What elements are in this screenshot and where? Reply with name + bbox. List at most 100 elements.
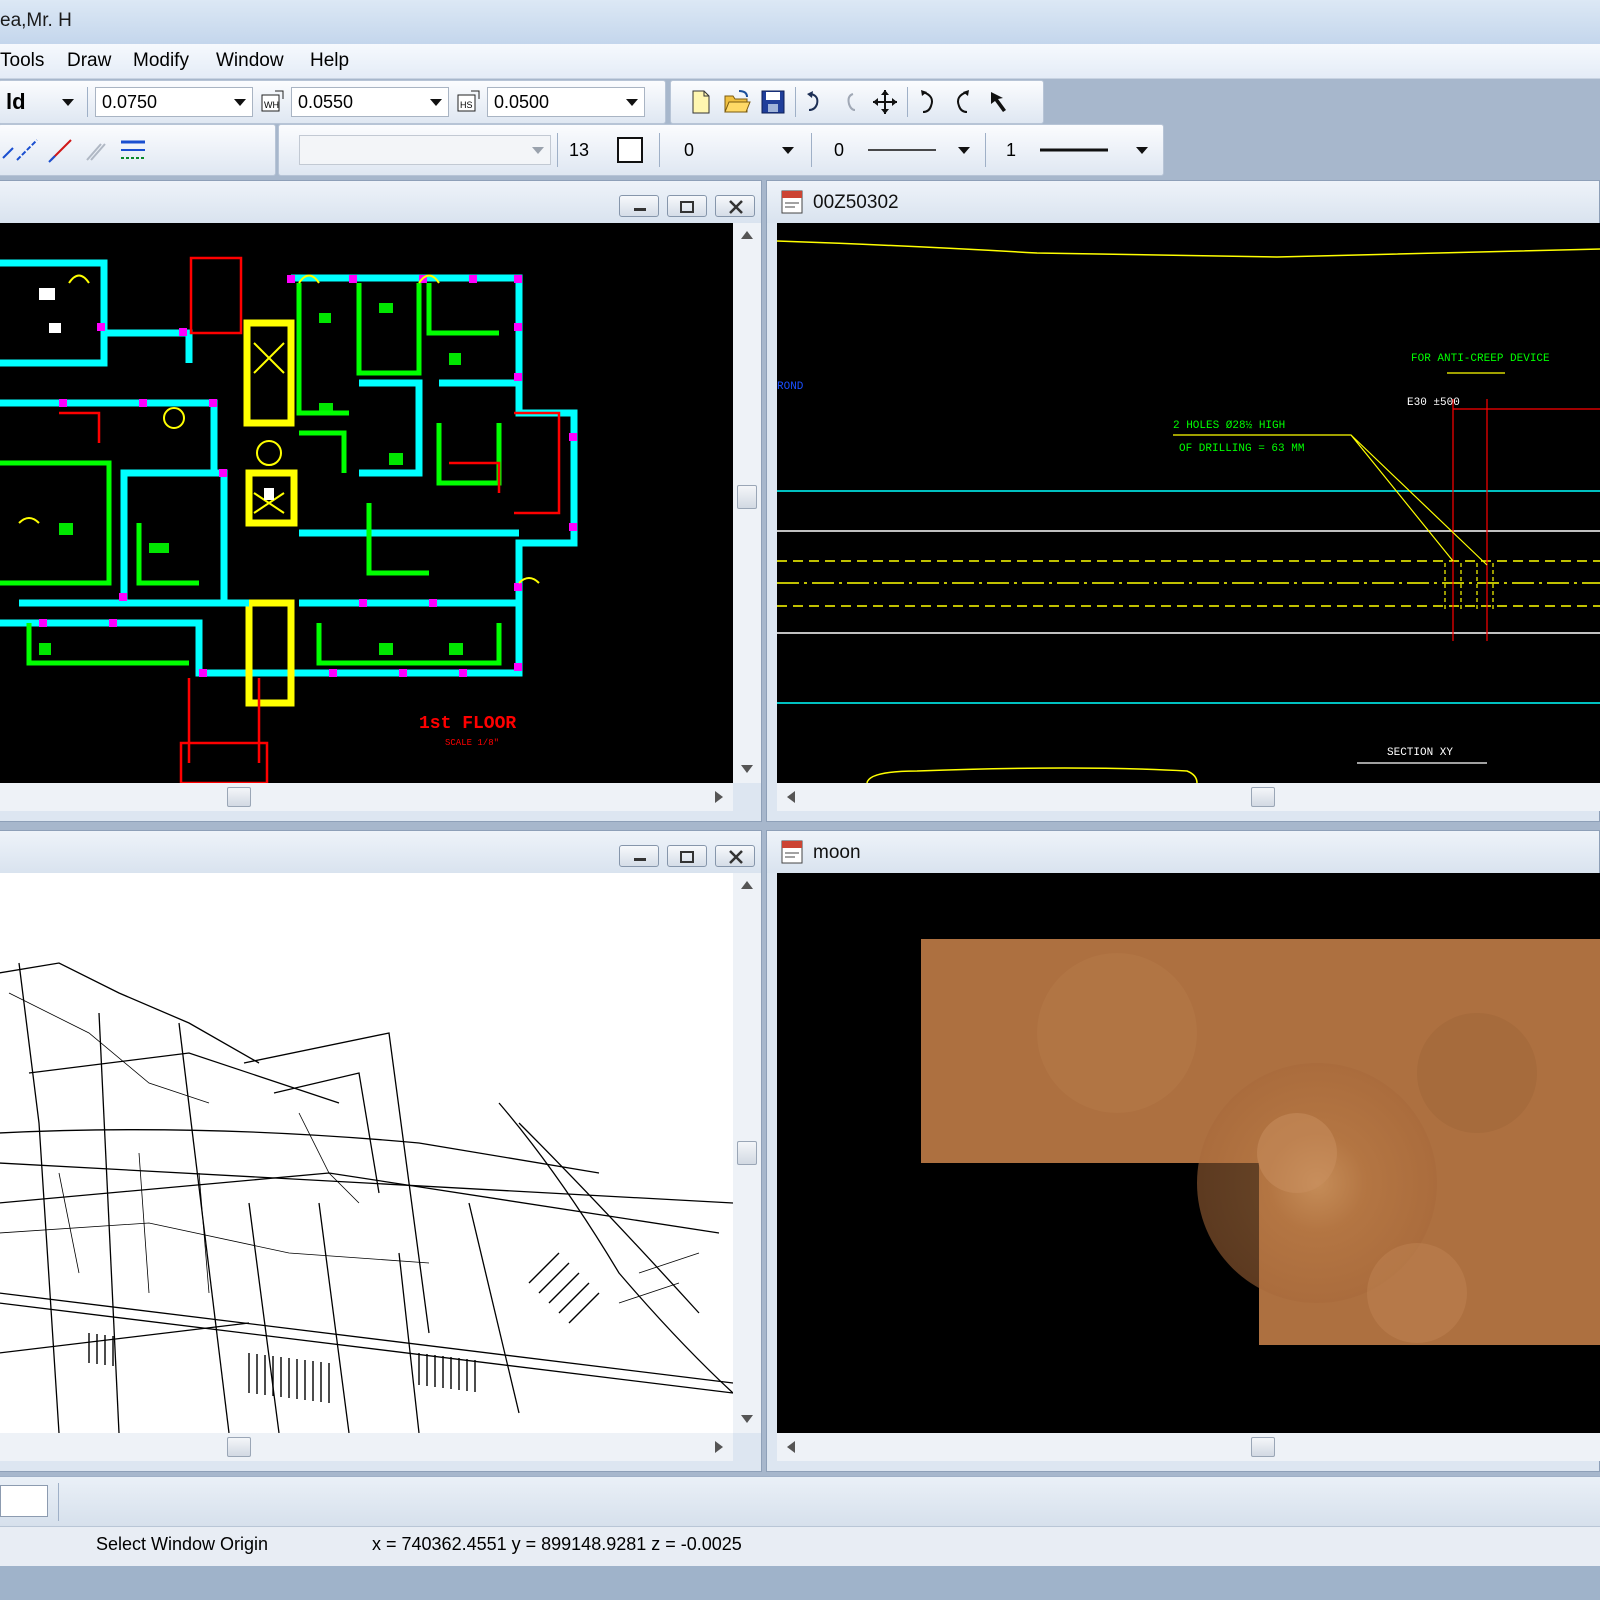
window-title: ea,Mr. H bbox=[0, 10, 72, 31]
line-weight-value: 1 bbox=[1006, 140, 1017, 160]
scroll-up-icon[interactable] bbox=[741, 881, 753, 889]
section-drawing: FOR ANTI-CREEP DEVICE E30 ±500 2 HOLES Ø… bbox=[777, 240, 1600, 783]
redo-icon[interactable] bbox=[837, 88, 865, 116]
font-combo[interactable] bbox=[299, 135, 551, 165]
menu-draw[interactable]: Draw bbox=[67, 50, 111, 72]
menu-tools[interactable]: Tools bbox=[0, 50, 44, 72]
line-red-tool-icon[interactable] bbox=[47, 136, 75, 164]
floor-label: 1st FLOOR bbox=[419, 714, 516, 734]
moon-window: moon bbox=[766, 830, 1600, 1472]
document-icon bbox=[781, 190, 803, 214]
vertical-scroll-thumb[interactable] bbox=[737, 1141, 757, 1165]
menu-window[interactable]: Window bbox=[216, 50, 284, 72]
close-button[interactable] bbox=[715, 195, 755, 217]
map-canvas[interactable] bbox=[0, 873, 733, 1433]
text-size-value[interactable]: 13 bbox=[569, 140, 589, 161]
chevron-down-icon[interactable] bbox=[958, 147, 970, 154]
menu-help[interactable]: Help bbox=[310, 50, 349, 72]
line-spacing-icon[interactable]: HS bbox=[457, 89, 481, 113]
chevron-down-icon[interactable] bbox=[430, 99, 442, 106]
horizontal-scrollbar[interactable] bbox=[777, 783, 1600, 811]
horizontal-scrollbar[interactable] bbox=[0, 1433, 733, 1461]
vertical-scrollbar[interactable] bbox=[733, 223, 761, 783]
statusbar-separator bbox=[58, 1483, 59, 1521]
vertical-scroll-thumb[interactable] bbox=[737, 485, 757, 509]
scroll-left-icon[interactable] bbox=[787, 791, 795, 803]
save-icon[interactable] bbox=[759, 88, 787, 116]
text-width-value: 0.0550 bbox=[298, 92, 354, 112]
moon-raster-image bbox=[921, 939, 1600, 1345]
status-bar: Select Window Origin x = 740362.4551 y =… bbox=[0, 1526, 1600, 1567]
line-spacing-value: 0.0500 bbox=[494, 92, 550, 112]
pan-icon[interactable] bbox=[871, 88, 899, 116]
multiline-icon[interactable] bbox=[119, 136, 147, 164]
section-window-header: 00Z50302 bbox=[767, 181, 1599, 223]
horizontal-scroll-thumb[interactable] bbox=[1251, 1437, 1275, 1457]
floor-sublabel: SCALE 1/8" bbox=[445, 738, 499, 748]
new-file-icon[interactable] bbox=[687, 88, 715, 116]
undo-icon[interactable] bbox=[801, 88, 829, 116]
drilling-note: OF DRILLING = 63 MM bbox=[1179, 443, 1304, 455]
width-height-icon[interactable]: WH bbox=[261, 89, 285, 113]
level-value: 0 bbox=[684, 140, 695, 160]
rotate-cw-icon[interactable] bbox=[913, 88, 941, 116]
taskbar-strip bbox=[0, 1566, 1600, 1600]
moon-window-header: moon bbox=[767, 831, 1599, 873]
open-folder-icon[interactable] bbox=[723, 88, 751, 116]
line-dashed-tool-icon[interactable] bbox=[13, 136, 41, 164]
scroll-left-icon[interactable] bbox=[787, 1441, 795, 1453]
color-swatch[interactable] bbox=[617, 137, 643, 163]
section-canvas[interactable]: FOR ANTI-CREEP DEVICE E30 ±500 2 HOLES Ø… bbox=[777, 223, 1600, 783]
minimize-button[interactable] bbox=[619, 195, 659, 217]
moon-window-title: moon bbox=[813, 842, 861, 863]
side-label: ROND bbox=[777, 381, 804, 393]
horizontal-scroll-thumb[interactable] bbox=[227, 1437, 251, 1457]
scroll-right-icon[interactable] bbox=[715, 1441, 723, 1453]
rotate-ccw-icon[interactable] bbox=[949, 88, 977, 116]
chevron-down-icon[interactable] bbox=[62, 99, 74, 106]
horizontal-scroll-thumb[interactable] bbox=[227, 787, 251, 807]
map-window-header bbox=[0, 831, 761, 873]
close-button[interactable] bbox=[715, 845, 755, 867]
command-input[interactable] bbox=[0, 1485, 48, 1517]
dimension-note: E30 ±500 bbox=[1407, 397, 1460, 409]
scroll-down-icon[interactable] bbox=[741, 1415, 753, 1423]
draw-toolbar bbox=[0, 124, 276, 176]
text-height-combo[interactable]: 0.0750 bbox=[95, 87, 253, 117]
chevron-down-icon[interactable] bbox=[234, 99, 246, 106]
select-arrow-icon[interactable] bbox=[985, 88, 1013, 116]
section-window-title: 00Z50302 bbox=[813, 192, 899, 213]
minimize-button[interactable] bbox=[619, 845, 659, 867]
horizontal-scrollbar[interactable] bbox=[777, 1433, 1600, 1461]
moon-canvas[interactable] bbox=[777, 873, 1600, 1433]
line-style-value: 0 bbox=[834, 140, 845, 160]
chevron-down-icon[interactable] bbox=[532, 147, 544, 154]
text-width-combo[interactable]: 0.0550 bbox=[291, 87, 449, 117]
line-spacing-combo[interactable]: 0.0500 bbox=[487, 87, 645, 117]
font-style-combo[interactable]: ld bbox=[0, 87, 81, 117]
menu-modify[interactable]: Modify bbox=[133, 50, 189, 72]
restore-button[interactable] bbox=[667, 195, 707, 217]
restore-button[interactable] bbox=[667, 845, 707, 867]
line-weight-combo[interactable]: 1 bbox=[999, 135, 1155, 165]
holes-note: 2 HOLES Ø28½ HIGH bbox=[1173, 420, 1285, 432]
chevron-down-icon[interactable] bbox=[626, 99, 638, 106]
font-style-value: ld bbox=[6, 89, 26, 114]
horizontal-scrollbar[interactable] bbox=[0, 783, 733, 811]
level-combo[interactable]: 0 bbox=[677, 135, 801, 165]
floorplan-canvas[interactable]: 1st FLOOR SCALE 1/8" bbox=[0, 223, 733, 783]
chevron-down-icon[interactable] bbox=[782, 147, 794, 154]
parallel-line-icon[interactable] bbox=[83, 136, 111, 164]
horizontal-scroll-thumb[interactable] bbox=[1251, 787, 1275, 807]
scroll-up-icon[interactable] bbox=[741, 231, 753, 239]
scroll-right-icon[interactable] bbox=[715, 791, 723, 803]
title-bar: ea,Mr. H bbox=[0, 0, 1600, 45]
command-bar bbox=[0, 1476, 1600, 1527]
chevron-down-icon[interactable] bbox=[1136, 147, 1148, 154]
scroll-down-icon[interactable] bbox=[741, 765, 753, 773]
status-prompt: Select Window Origin bbox=[96, 1534, 269, 1554]
line-style-combo[interactable]: 0 bbox=[827, 135, 977, 165]
vertical-scrollbar[interactable] bbox=[733, 873, 761, 1433]
floorplan-drawing: 1st FLOOR SCALE 1/8" bbox=[0, 256, 578, 783]
document-icon bbox=[781, 840, 803, 864]
